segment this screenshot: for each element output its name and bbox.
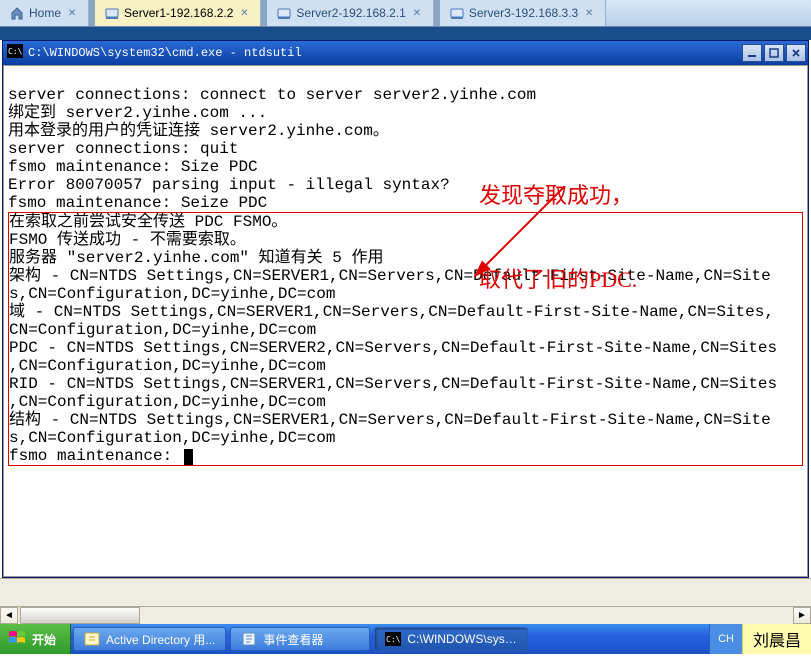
tab-server3[interactable]: Server3-192.168.3.3 ✕ xyxy=(440,0,606,26)
scroll-thumb[interactable] xyxy=(20,607,140,624)
task-event-viewer[interactable]: 事件查看器 xyxy=(230,627,370,651)
cmd-icon: C:\ xyxy=(7,44,23,62)
close-icon[interactable]: ✕ xyxy=(411,7,423,19)
windows-logo-icon xyxy=(8,630,26,649)
language-code: CH xyxy=(718,633,734,645)
scroll-right-button[interactable]: ► xyxy=(793,607,811,624)
console-output[interactable]: server connections: connect to server se… xyxy=(3,65,808,577)
scroll-left-button[interactable]: ◄ xyxy=(0,607,18,624)
language-indicator[interactable]: CH xyxy=(709,624,742,654)
tab-label: Server1-192.168.2.2 xyxy=(124,6,233,20)
background-window-strip xyxy=(0,27,811,40)
task-label: 事件查看器 xyxy=(263,631,323,648)
cmd-icon: C:\ xyxy=(385,631,401,647)
ad-icon xyxy=(84,631,100,647)
event-icon xyxy=(241,631,257,647)
tab-server1[interactable]: Server1-192.168.2.2 ✕ xyxy=(95,0,261,26)
close-icon[interactable]: ✕ xyxy=(583,7,595,19)
scroll-track[interactable] xyxy=(140,607,793,624)
start-label: 开始 xyxy=(32,631,56,648)
system-tray: CH 刘晨昌 xyxy=(709,624,811,654)
task-label: C:\WINDOWS\system32... xyxy=(407,632,517,646)
close-icon[interactable]: ✕ xyxy=(238,7,250,19)
window-titlebar[interactable]: C:\ C:\WINDOWS\system32\cmd.exe - ntdsut… xyxy=(3,41,808,65)
tab-label: Server2-192.168.2.1 xyxy=(296,6,405,20)
svg-text:C:\: C:\ xyxy=(8,47,23,56)
task-active-directory[interactable]: Active Directory 用... xyxy=(73,627,226,651)
start-button[interactable]: 开始 xyxy=(0,624,71,654)
home-icon xyxy=(10,6,24,20)
taskbar: 开始 Active Directory 用... 事件查看器 C:\ C:\WI… xyxy=(0,624,811,654)
server-icon xyxy=(105,6,119,20)
task-label: Active Directory 用... xyxy=(106,631,215,648)
console-text-top: server connections: connect to server se… xyxy=(8,86,536,212)
text-cursor xyxy=(184,449,193,465)
maximize-button[interactable] xyxy=(764,44,784,62)
task-cmd[interactable]: C:\ C:\WINDOWS\system32... xyxy=(374,627,528,651)
annotation-line1: 发现夺取成功， xyxy=(479,182,637,210)
close-button[interactable] xyxy=(786,44,806,62)
author-watermark: 刘晨昌 xyxy=(742,624,811,654)
close-icon[interactable]: ✕ xyxy=(66,7,78,19)
server-icon xyxy=(277,6,291,20)
cmd-window: C:\ C:\WINDOWS\system32\cmd.exe - ntdsut… xyxy=(2,40,809,578)
minimize-button[interactable] xyxy=(742,44,762,62)
highlighted-output: 在索取之前尝试安全传送 PDC FSMO。 FSMO 传送成功 - 不需要索取。… xyxy=(8,212,803,466)
console-text-box: 在索取之前尝试安全传送 PDC FSMO。 FSMO 传送成功 - 不需要索取。… xyxy=(9,213,777,465)
tab-home[interactable]: Home ✕ xyxy=(0,0,89,26)
browser-tab-strip: Home ✕ Server1-192.168.2.2 ✕ Server2-192… xyxy=(0,0,811,27)
horizontal-scrollbar[interactable]: ◄ ► xyxy=(0,606,811,624)
svg-text:C:\: C:\ xyxy=(386,635,401,644)
tab-label: Home xyxy=(29,6,61,20)
tab-server2[interactable]: Server2-192.168.2.1 ✕ xyxy=(267,0,433,26)
server-icon xyxy=(450,6,464,20)
bottom-panel: ◄ ► xyxy=(0,578,811,624)
watermark-text: 刘晨昌 xyxy=(753,627,801,651)
tab-label: Server3-192.168.3.3 xyxy=(469,6,578,20)
window-title: C:\WINDOWS\system32\cmd.exe - ntdsutil xyxy=(28,46,302,60)
